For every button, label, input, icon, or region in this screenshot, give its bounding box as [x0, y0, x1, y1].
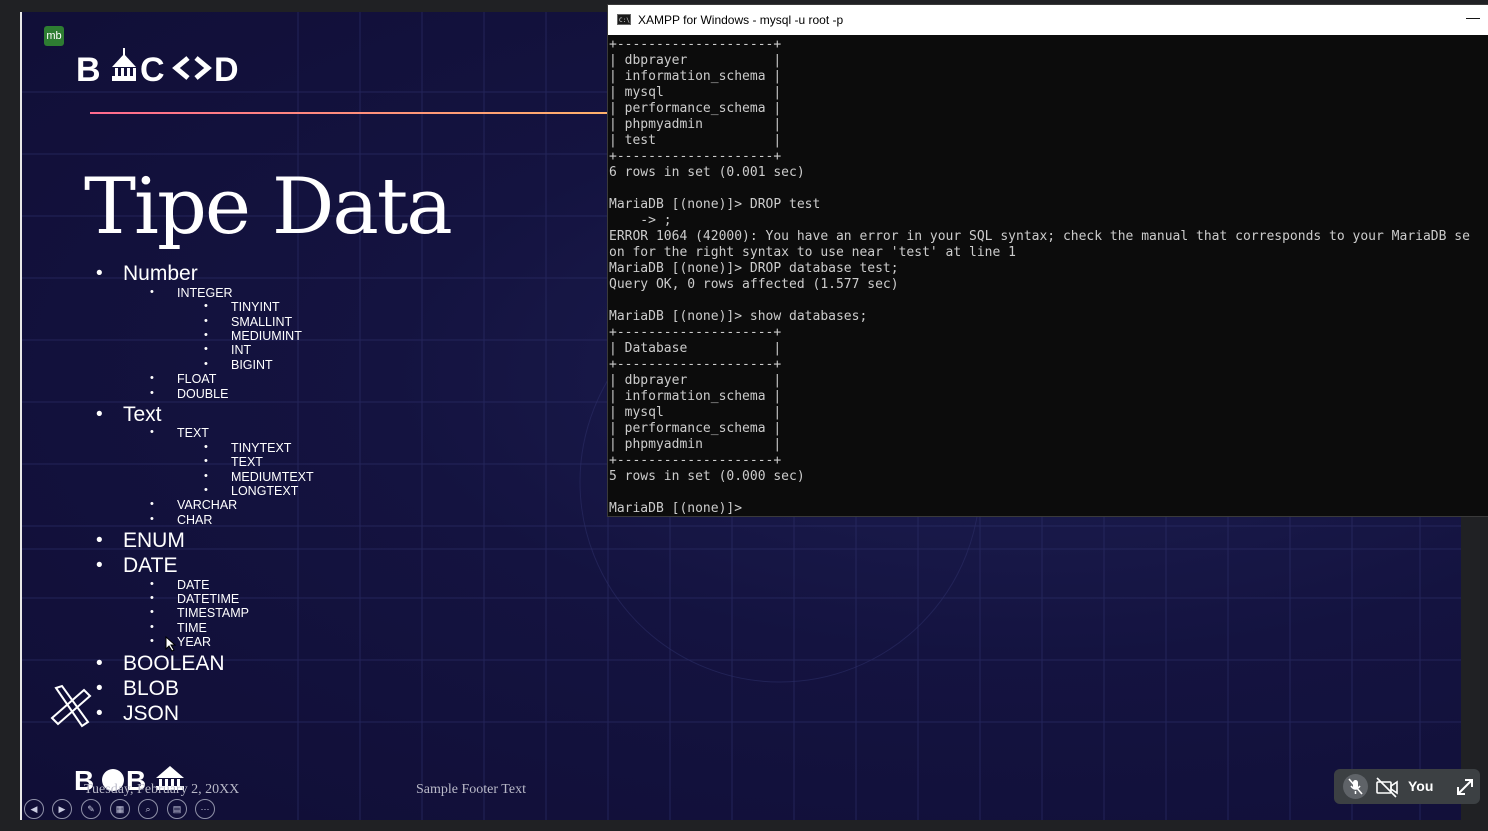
- title-accent-line: [90, 112, 610, 114]
- logo-temple-icon: [112, 48, 136, 81]
- bullet-year: YEAR: [150, 635, 211, 649]
- prev-icon: ◀: [30, 804, 38, 814]
- bullet-text: Text: [96, 403, 161, 427]
- meet-app-icon[interactable]: mb: [44, 26, 64, 46]
- more-icon: ⋯: [200, 804, 210, 814]
- bullet-float: FLOAT: [150, 372, 217, 386]
- svg-text:C: C: [140, 51, 165, 88]
- footer-text: Sample Footer Text: [416, 782, 526, 797]
- slides-icon: ▦: [115, 804, 125, 814]
- bullet-tinytext: TINYTEXT: [204, 441, 292, 455]
- bacod-logo: B C D: [76, 48, 239, 88]
- bullet-datetime: DATETIME: [150, 592, 239, 606]
- bullet-tinyint: TINYINT: [204, 300, 279, 314]
- terminal-output[interactable]: +--------------------+ | dbprayer | | in…: [609, 37, 1470, 516]
- subtitles-icon: ▤: [172, 804, 182, 814]
- expand-icon: [1457, 779, 1473, 795]
- footer-date: Tuesday, February 2, 20XX: [84, 782, 240, 797]
- terminal-titlebar[interactable]: C:\ XAMPP for Windows - mysql -u root -p…: [608, 5, 1488, 35]
- self-label: You: [1408, 778, 1434, 794]
- bullet-int: INT: [204, 343, 251, 357]
- bullet-blob: BLOB: [96, 677, 179, 701]
- next-slide-button[interactable]: ▶: [52, 799, 72, 819]
- bullet-smallint: SMALLINT: [204, 315, 292, 329]
- expand-button[interactable]: [1454, 776, 1476, 798]
- bullet-time: TIME: [150, 621, 207, 635]
- slide-title: Tipe Data: [84, 162, 453, 252]
- console-icon: C:\: [617, 14, 631, 25]
- svg-text:D: D: [214, 51, 239, 88]
- bullet-integer: INTEGER: [150, 286, 232, 300]
- prev-slide-button[interactable]: ◀: [24, 799, 44, 819]
- bullet-char: CHAR: [150, 513, 213, 527]
- bullet-mediumtext: MEDIUMTEXT: [204, 470, 314, 484]
- bullet-json: JSON: [96, 702, 179, 726]
- subtitles-button[interactable]: ▤: [167, 799, 187, 819]
- mic-off-icon: [1348, 778, 1363, 795]
- meeting-self-view-bar: You: [1334, 769, 1480, 804]
- logo-letter-b: B: [76, 51, 101, 88]
- bullet-text-type: TEXT: [204, 455, 263, 469]
- bullet-boolean: BOOLEAN: [96, 652, 224, 676]
- camera-button[interactable]: [1375, 776, 1399, 798]
- bullet-date: DATE: [96, 554, 178, 578]
- zoom-button[interactable]: ⌕: [138, 799, 158, 819]
- mouse-cursor-icon: [165, 636, 177, 652]
- bullet-double: DOUBLE: [150, 387, 229, 401]
- camera-off-icon: [1376, 777, 1398, 798]
- slides-button[interactable]: ▦: [110, 799, 130, 819]
- logo-code-icon: [172, 56, 212, 80]
- pen-button[interactable]: ✎: [81, 799, 101, 819]
- pen-icon: ✎: [87, 804, 95, 814]
- bullet-enum: ENUM: [96, 529, 185, 553]
- cross-decoration-icon: [50, 684, 92, 728]
- mute-button[interactable]: [1343, 774, 1368, 799]
- zoom-icon: ⌕: [145, 804, 151, 814]
- bullet-longtext: LONGTEXT: [204, 484, 299, 498]
- minimize-button[interactable]: —: [1465, 9, 1481, 25]
- slide-edge: [20, 12, 22, 820]
- terminal-window[interactable]: C:\ XAMPP for Windows - mysql -u root -p…: [607, 4, 1488, 517]
- bullet-text-sub: TEXT: [150, 426, 209, 440]
- bullet-varchar: VARCHAR: [150, 498, 237, 512]
- bullet-date-type: DATE: [150, 578, 210, 592]
- bullet-number: Number: [96, 262, 198, 286]
- bullet-mediumint: MEDIUMINT: [204, 329, 302, 343]
- next-icon: ▶: [58, 804, 66, 814]
- bullet-timestamp: TIMESTAMP: [150, 606, 249, 620]
- more-button[interactable]: ⋯: [195, 799, 215, 819]
- bullet-bigint: BIGINT: [204, 358, 272, 372]
- terminal-title: XAMPP for Windows - mysql -u root -p: [638, 13, 844, 27]
